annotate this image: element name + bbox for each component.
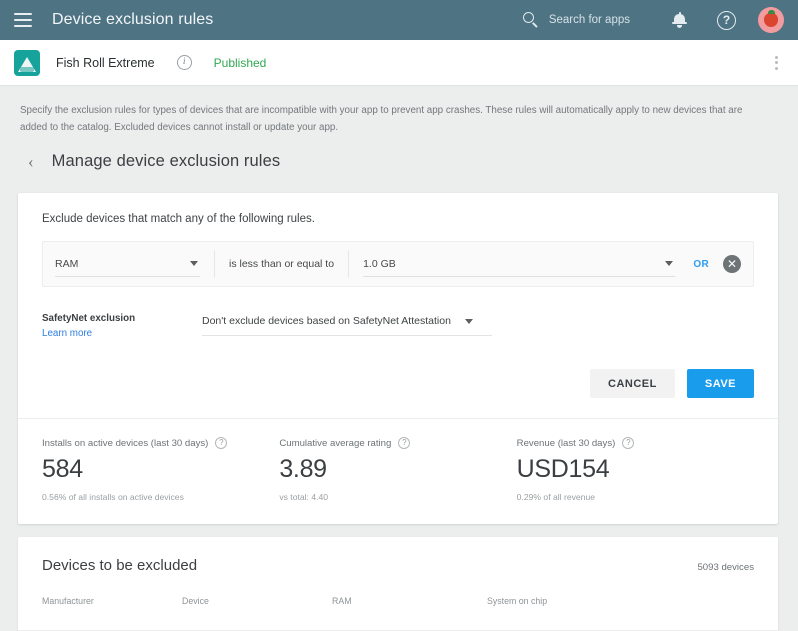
safetynet-label-group: SafetyNet exclusion Learn more	[42, 313, 202, 339]
stat-subtext: 0.56% of all installs on active devices	[42, 492, 184, 502]
rule-divider	[214, 250, 215, 278]
status-badge: Published	[213, 55, 267, 70]
rule-value-text: 1.0 GB	[363, 257, 396, 270]
devices-table-header: Manufacturer Device RAM System on chip	[18, 574, 778, 606]
app-header-row: Fish Roll Extreme i Published	[0, 40, 798, 86]
search-input[interactable]: Search for apps	[549, 14, 630, 26]
section-header: ‹ Manage device exclusion rules	[0, 136, 798, 171]
app-name: Fish Roll Extreme	[56, 55, 155, 70]
learn-more-link[interactable]: Learn more	[42, 328, 202, 339]
stats-row: Installs on active devices (last 30 days…	[18, 419, 778, 524]
search-box[interactable]: Search for apps	[522, 11, 630, 29]
remove-rule-button[interactable]: ✕	[723, 255, 741, 273]
rules-intro-text: Exclude devices that match any of the fo…	[42, 213, 315, 225]
card-actions: CANCEL SAVE	[18, 339, 778, 418]
rule-value-select[interactable]: 1.0 GB	[363, 251, 676, 277]
stat-label: Revenue (last 30 days)	[516, 437, 616, 449]
help-icon[interactable]: ?	[398, 437, 411, 449]
rule-operator-text: is less than or equal to	[229, 258, 335, 270]
help-icon[interactable]: ?	[622, 437, 635, 449]
top-app-bar: Device exclusion rules Search for apps ?	[0, 0, 798, 40]
stat-installs: Installs on active devices (last 30 days…	[42, 437, 279, 502]
stat-header: Cumulative average rating ?	[279, 437, 516, 449]
devices-to-exclude-card: Devices to be excluded 5093 devices Manu…	[18, 537, 778, 631]
more-vertical-icon[interactable]	[768, 54, 784, 72]
stat-value: 3.89	[279, 455, 327, 483]
stat-header: Installs on active devices (last 30 days…	[42, 437, 279, 449]
stat-rating: Cumulative average rating ? 3.89 vs tota…	[279, 437, 516, 502]
avatar[interactable]	[758, 7, 784, 33]
devices-count: 5093 devices	[697, 562, 754, 573]
search-icon	[522, 11, 540, 29]
or-link[interactable]: OR	[693, 259, 709, 270]
chevron-down-icon	[665, 261, 674, 266]
stat-label: Cumulative average rating	[279, 437, 392, 449]
rule-row: RAM is less than or equal to 1.0 GB OR ✕	[42, 241, 754, 287]
stat-subtext: 0.29% of all revenue	[516, 492, 596, 502]
save-button[interactable]: SAVE	[686, 369, 754, 398]
section-title: Manage device exclusion rules	[51, 152, 281, 171]
column-header-ram[interactable]: RAM	[332, 596, 487, 606]
rule-attribute-value: RAM	[55, 257, 79, 270]
devices-header: Devices to be excluded 5093 devices	[18, 537, 778, 574]
column-header-device[interactable]: Device	[182, 596, 332, 606]
help-icon[interactable]: ?	[717, 10, 736, 30]
bell-icon[interactable]	[672, 12, 687, 28]
rule-attribute-select[interactable]: RAM	[55, 251, 200, 277]
stat-header: Revenue (last 30 days) ?	[517, 437, 754, 449]
help-icon[interactable]: ?	[215, 437, 228, 449]
devices-title: Devices to be excluded	[42, 557, 198, 574]
safetynet-title: SafetyNet exclusion	[42, 313, 136, 324]
chevron-down-icon	[190, 261, 198, 266]
app-icon	[14, 49, 40, 76]
safetynet-section: SafetyNet exclusion Learn more Don't exc…	[18, 287, 778, 339]
cancel-button[interactable]: CANCEL	[590, 369, 675, 398]
chevron-left-icon[interactable]: ‹	[28, 153, 34, 170]
exclusion-rules-card: Exclude devices that match any of the fo…	[18, 193, 778, 524]
stat-subtext: vs total: 4.40	[279, 492, 329, 502]
description-text: Specify the exclusion rules for types of…	[20, 105, 743, 134]
stat-revenue: Revenue (last 30 days) ? USD154 0.29% of…	[517, 437, 754, 502]
stat-label: Installs on active devices (last 30 days…	[42, 437, 209, 449]
rules-section: Exclude devices that match any of the fo…	[18, 193, 778, 287]
rule-divider-2	[348, 250, 350, 278]
app-root: Device exclusion rules Search for apps ?…	[0, 0, 798, 631]
hamburger-menu-icon[interactable]	[14, 13, 32, 27]
stat-value: 584	[42, 455, 83, 483]
stat-value: USD154	[516, 455, 610, 483]
safetynet-selected-value: Don't exclude devices based on SafetyNet…	[202, 315, 451, 327]
chevron-down-icon	[464, 318, 473, 324]
safetynet-select[interactable]: Don't exclude devices based on SafetyNet…	[202, 315, 492, 336]
column-header-system-on-chip[interactable]: System on chip	[487, 596, 754, 606]
info-icon[interactable]: i	[176, 55, 192, 70]
column-header-manufacturer[interactable]: Manufacturer	[42, 596, 182, 606]
page-title: Device exclusion rules	[52, 11, 214, 28]
